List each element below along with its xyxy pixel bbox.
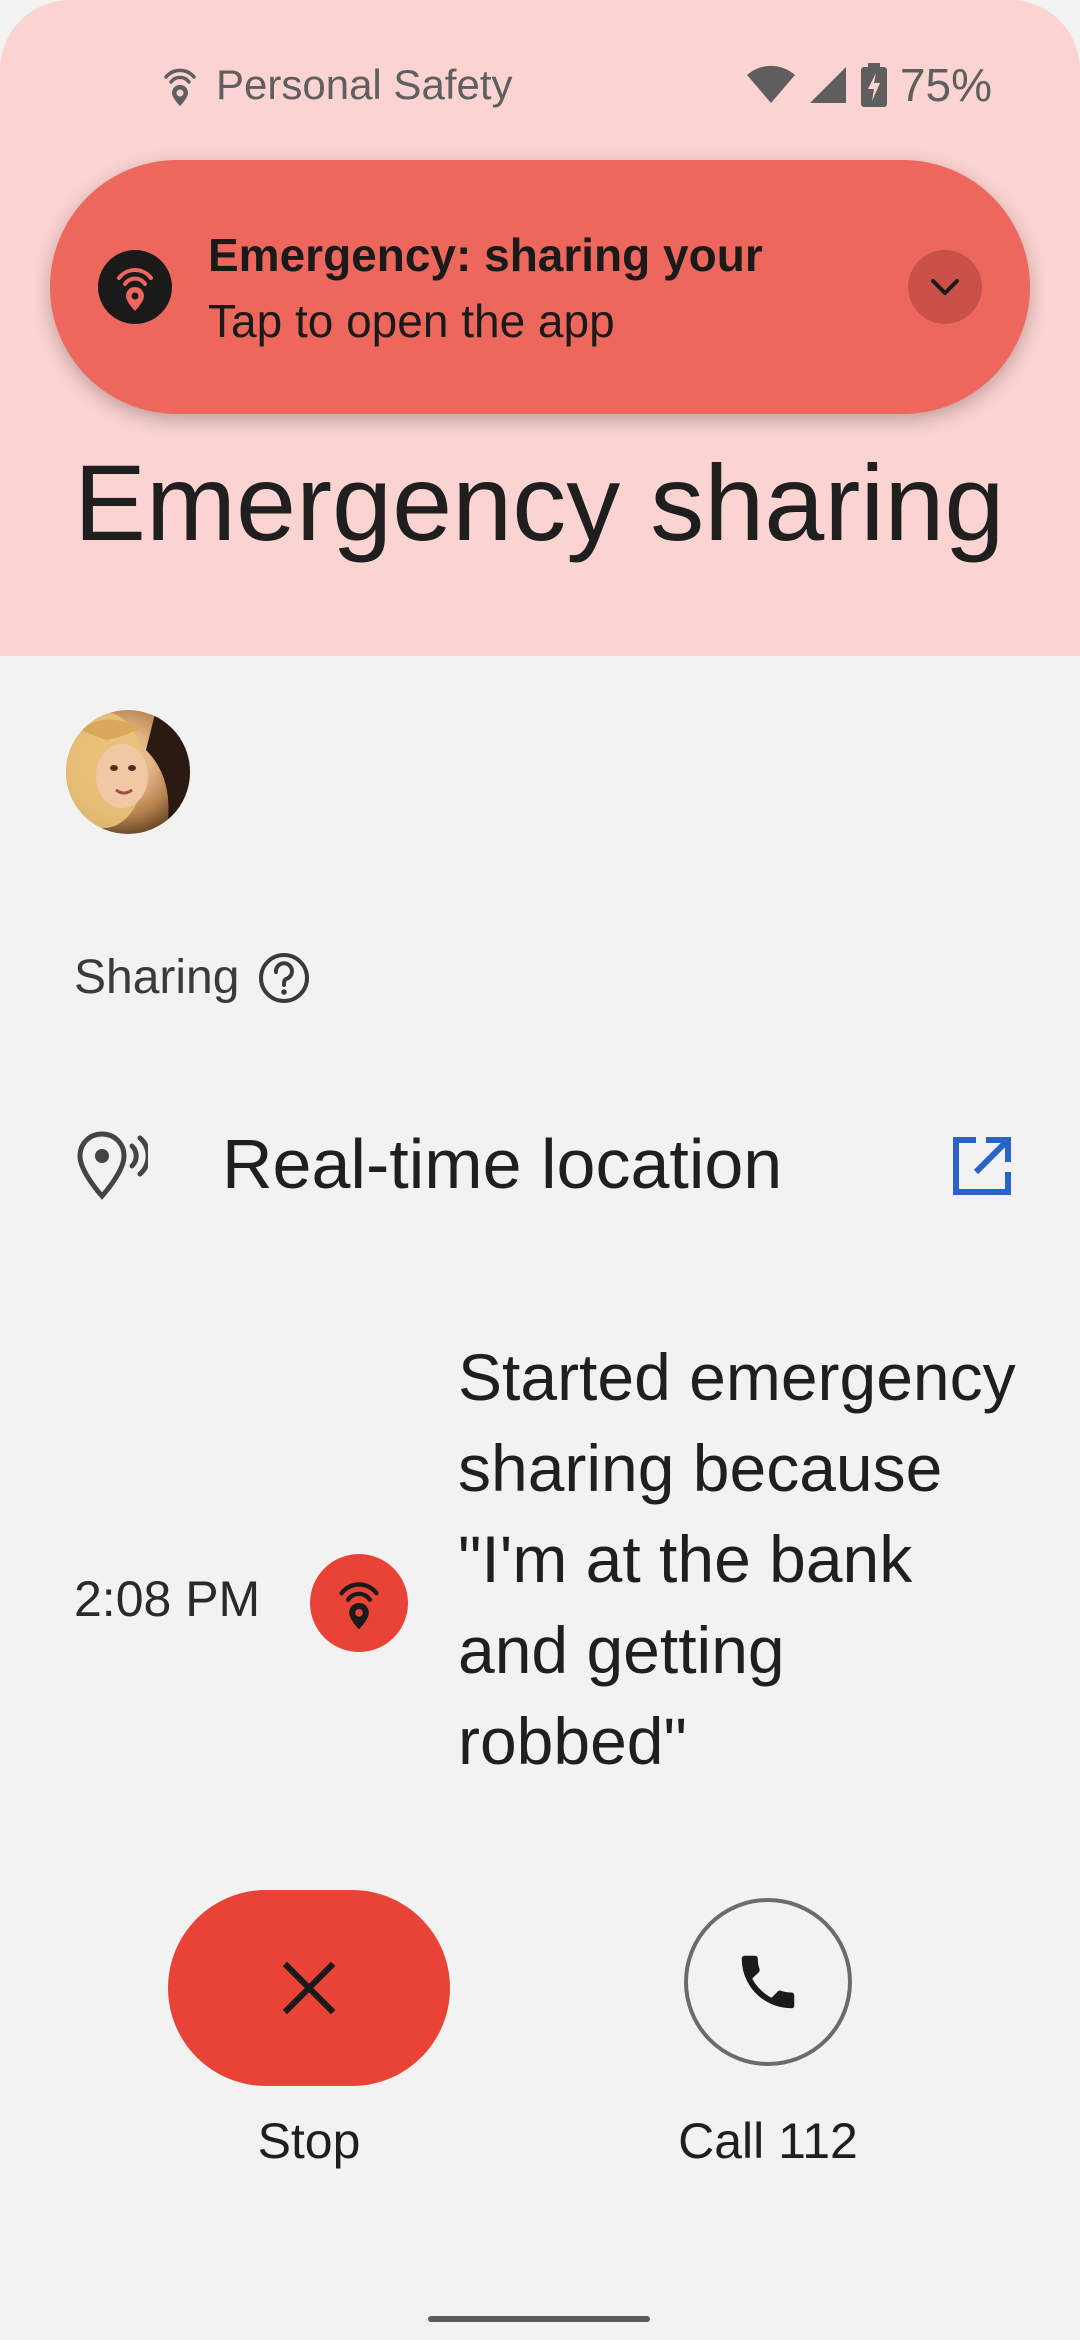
status-app-name: Personal Safety — [216, 61, 513, 108]
emergency-sharing-icon — [98, 250, 172, 324]
sharing-label: Sharing — [74, 951, 240, 1004]
wifi-icon — [746, 65, 795, 103]
navigation-handle[interactable] — [428, 2316, 650, 2322]
stop-button[interactable] — [168, 1890, 450, 2086]
location-pin-icon — [77, 1131, 148, 1200]
page-title: Emergency sharing — [74, 442, 1005, 563]
chevron-down-icon — [931, 279, 959, 295]
notification-title: Emergency: sharing your — [208, 229, 763, 281]
phone-icon — [741, 1955, 795, 2009]
avatar — [66, 710, 190, 834]
event-description: Started emergency sharing because "I'm a… — [458, 1340, 1016, 1778]
help-icon[interactable] — [257, 951, 311, 1005]
call-button[interactable] — [684, 1898, 852, 2066]
stop-label: Stop — [257, 2113, 361, 2169]
open-in-new-icon[interactable] — [948, 1134, 1014, 1200]
timeline-event: 2:08 PM Started emergency sharing becaus… — [0, 1320, 1080, 1860]
real-time-location-row[interactable]: Real-time location — [0, 1110, 1080, 1220]
battery-charging-icon — [860, 63, 887, 107]
status-right: 75% — [746, 58, 992, 112]
battery-percent: 75% — [899, 59, 992, 111]
status-left: Personal Safety — [162, 58, 513, 112]
notification-expand-button[interactable] — [908, 250, 982, 324]
signal-icon — [809, 67, 846, 103]
sharing-section-label: Sharing — [74, 950, 311, 1005]
emergency-notification[interactable]: Emergency: sharing your Tap to open the … — [50, 160, 1030, 414]
close-icon — [282, 1961, 336, 2015]
call-label: Call 112 — [678, 2113, 858, 2169]
action-bar: Stop Call 112 — [0, 1880, 1080, 2180]
location-label: Real-time location — [222, 1125, 783, 1203]
status-bar: Personal Safety 75% — [0, 0, 1080, 170]
screen: Personal Safety 75% Emergency: sharing y… — [0, 0, 1080, 2340]
event-time: 2:08 PM — [74, 1571, 261, 1627]
notification-subtitle: Tap to open the app — [208, 295, 615, 347]
emergency-sharing-icon — [310, 1554, 408, 1652]
personal-safety-icon — [164, 68, 196, 106]
